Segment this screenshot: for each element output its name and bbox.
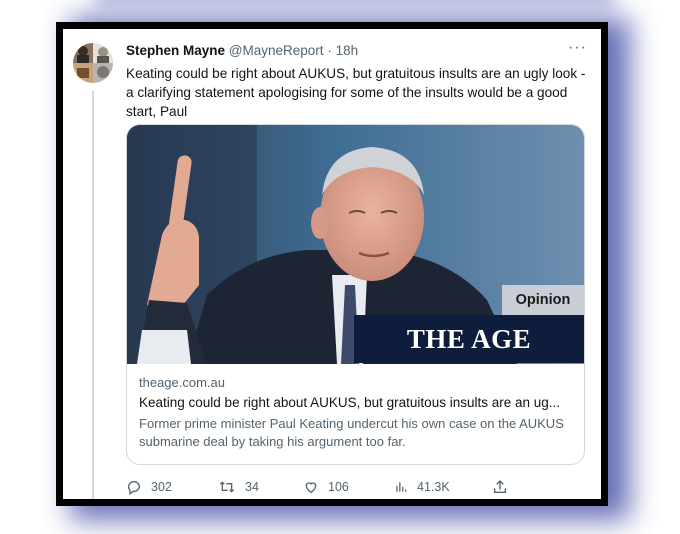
retweet-count: 34 bbox=[245, 480, 259, 494]
tweet-header: Stephen Mayne @MayneReport · 18h bbox=[126, 41, 546, 61]
thread-line bbox=[92, 91, 94, 499]
reply-icon bbox=[127, 480, 141, 495]
author-handle[interactable]: @MayneReport bbox=[229, 43, 324, 58]
card-description: Former prime minister Paul Keating under… bbox=[139, 416, 564, 449]
link-card[interactable]: Opinion THE AGE theage.com.au Keating co… bbox=[126, 124, 585, 465]
share-icon bbox=[494, 480, 506, 493]
tweet: Stephen Mayne @MayneReport · 18h ··· Kea… bbox=[63, 29, 601, 499]
retweet-icon bbox=[219, 481, 235, 493]
more-dots-icon[interactable]: ··· bbox=[568, 39, 587, 57]
share-button[interactable] bbox=[492, 476, 508, 498]
decorative-shadow-top bbox=[95, 0, 615, 6]
screenshot-frame: Stephen Mayne @MayneReport · 18h ··· Kea… bbox=[56, 22, 608, 506]
separator-dot: · bbox=[327, 43, 332, 58]
opinion-badge: Opinion bbox=[502, 285, 584, 315]
reply-button[interactable]: 302 bbox=[126, 476, 172, 498]
views-count: 41.3K bbox=[417, 480, 450, 494]
card-image: Opinion THE AGE bbox=[127, 125, 584, 364]
action-bar: 302 34 106 41.3K bbox=[126, 476, 586, 498]
views-bar-chart-icon bbox=[396, 482, 407, 492]
retweet-button[interactable]: 34 bbox=[218, 476, 259, 498]
views-button[interactable]: 41.3K bbox=[394, 476, 450, 498]
author-name[interactable]: Stephen Mayne bbox=[126, 43, 225, 58]
avatar[interactable] bbox=[73, 43, 113, 83]
tweet-timestamp[interactable]: 18h bbox=[336, 43, 359, 58]
card-domain: theage.com.au bbox=[139, 375, 226, 390]
like-button[interactable]: 106 bbox=[303, 476, 349, 498]
reply-count: 302 bbox=[151, 480, 172, 494]
tweet-text: Keating could be right about AUKUS, but … bbox=[126, 66, 586, 119]
heart-icon bbox=[305, 482, 317, 494]
card-title: Keating could be right about AUKUS, but … bbox=[139, 395, 561, 410]
like-count: 106 bbox=[328, 480, 349, 494]
masthead-logo: THE AGE bbox=[354, 315, 584, 363]
masthead-text: THE AGE bbox=[406, 324, 532, 354]
